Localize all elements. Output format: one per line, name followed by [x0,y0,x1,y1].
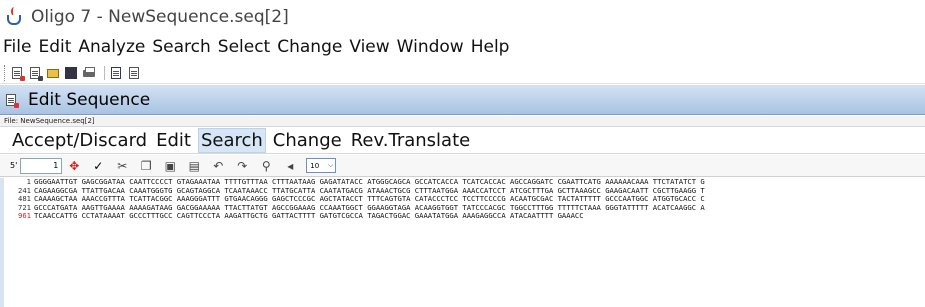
sequence-line: 961 TCAACCATTG CCTATAAAAT GCCCTTTGCC CAG… [4,211,925,221]
command-bar: Accept/Discard Edit Search Change Rev.Tr… [0,128,925,154]
open-folder-icon[interactable] [46,66,60,80]
edit-command[interactable]: Edit [154,129,193,152]
menu-file[interactable]: File [3,37,31,57]
menu-analyze[interactable]: Analyze [78,37,145,57]
sequence-text: TCAACCATTG CCTATAAAAT GCCCTTTGCC CAGTTCC… [34,211,584,220]
edit-sequence-title: Edit Sequence [28,89,151,110]
analyze-icon[interactable] [109,66,123,80]
strand-label: 5' [10,161,18,170]
sequence-area[interactable]: 1 GGGGAATTGT GAGCGGATAA CAATTCCCCT GTAGA… [0,178,925,307]
java-app-icon [4,6,26,28]
edit-sequence-header: Edit Sequence [0,85,925,115]
rev-translate-command[interactable]: Rev.Translate [349,129,472,152]
menu-edit[interactable]: Edit [38,37,71,57]
save-icon[interactable] [64,66,78,80]
file-label: File: NewSequence.seq[2] [0,116,925,127]
toolbar-grip[interactable] [4,64,6,81]
spin-arrows-icon[interactable]: ✥ [67,159,81,173]
menu-select[interactable]: Select [218,37,270,57]
copy-icon[interactable]: ❐ [139,159,153,173]
new-sequence-icon[interactable] [10,66,25,81]
cut-icon[interactable]: ✂ [115,159,129,173]
edit-sequence-icon [4,93,19,108]
copy-icon[interactable] [127,66,141,80]
delete-icon[interactable]: ▤ [187,159,201,173]
menu-change[interactable]: Change [277,37,342,57]
chevron-down-icon: ⌵ [327,161,334,169]
zoom-value: 10 [310,161,320,170]
main-toolbar [0,62,925,84]
redo-icon[interactable]: ↷ [235,159,249,173]
undo-icon[interactable]: ↶ [211,159,225,173]
sound-icon[interactable]: ◂ [283,159,297,173]
check-icon[interactable]: ✓ [91,159,105,173]
accept-discard-command[interactable]: Accept/Discard [10,129,149,152]
menu-help[interactable]: Help [471,37,510,57]
search-command[interactable]: Search [197,128,266,153]
paste-icon[interactable]: ▣ [163,159,177,173]
menu-window[interactable]: Window [397,37,464,57]
position-input[interactable] [20,157,63,174]
change-command[interactable]: Change [271,129,344,152]
menu-view[interactable]: View [349,37,389,57]
new-document-icon[interactable] [28,66,43,81]
zoom-select[interactable]: 10 ⌵ [306,158,337,173]
window-title: Oligo 7 - NewSequence.seq[2] [31,7,289,27]
print-icon[interactable] [82,66,96,80]
menu-search[interactable]: Search [152,37,210,57]
search-icon[interactable]: ⚲ [259,159,273,173]
line-number: 961 [18,211,31,220]
title-bar: Oligo 7 - NewSequence.seq[2] [0,0,925,34]
menu-bar: File Edit Analyze Search Select Change V… [0,34,925,60]
sequence-controls: 5' ✥ ✓ ✂ ❐ ▣ ▤ ↶ ↷ ⚲ ◂ 10 ⌵ [0,155,925,177]
toolbar-separator [104,65,105,80]
